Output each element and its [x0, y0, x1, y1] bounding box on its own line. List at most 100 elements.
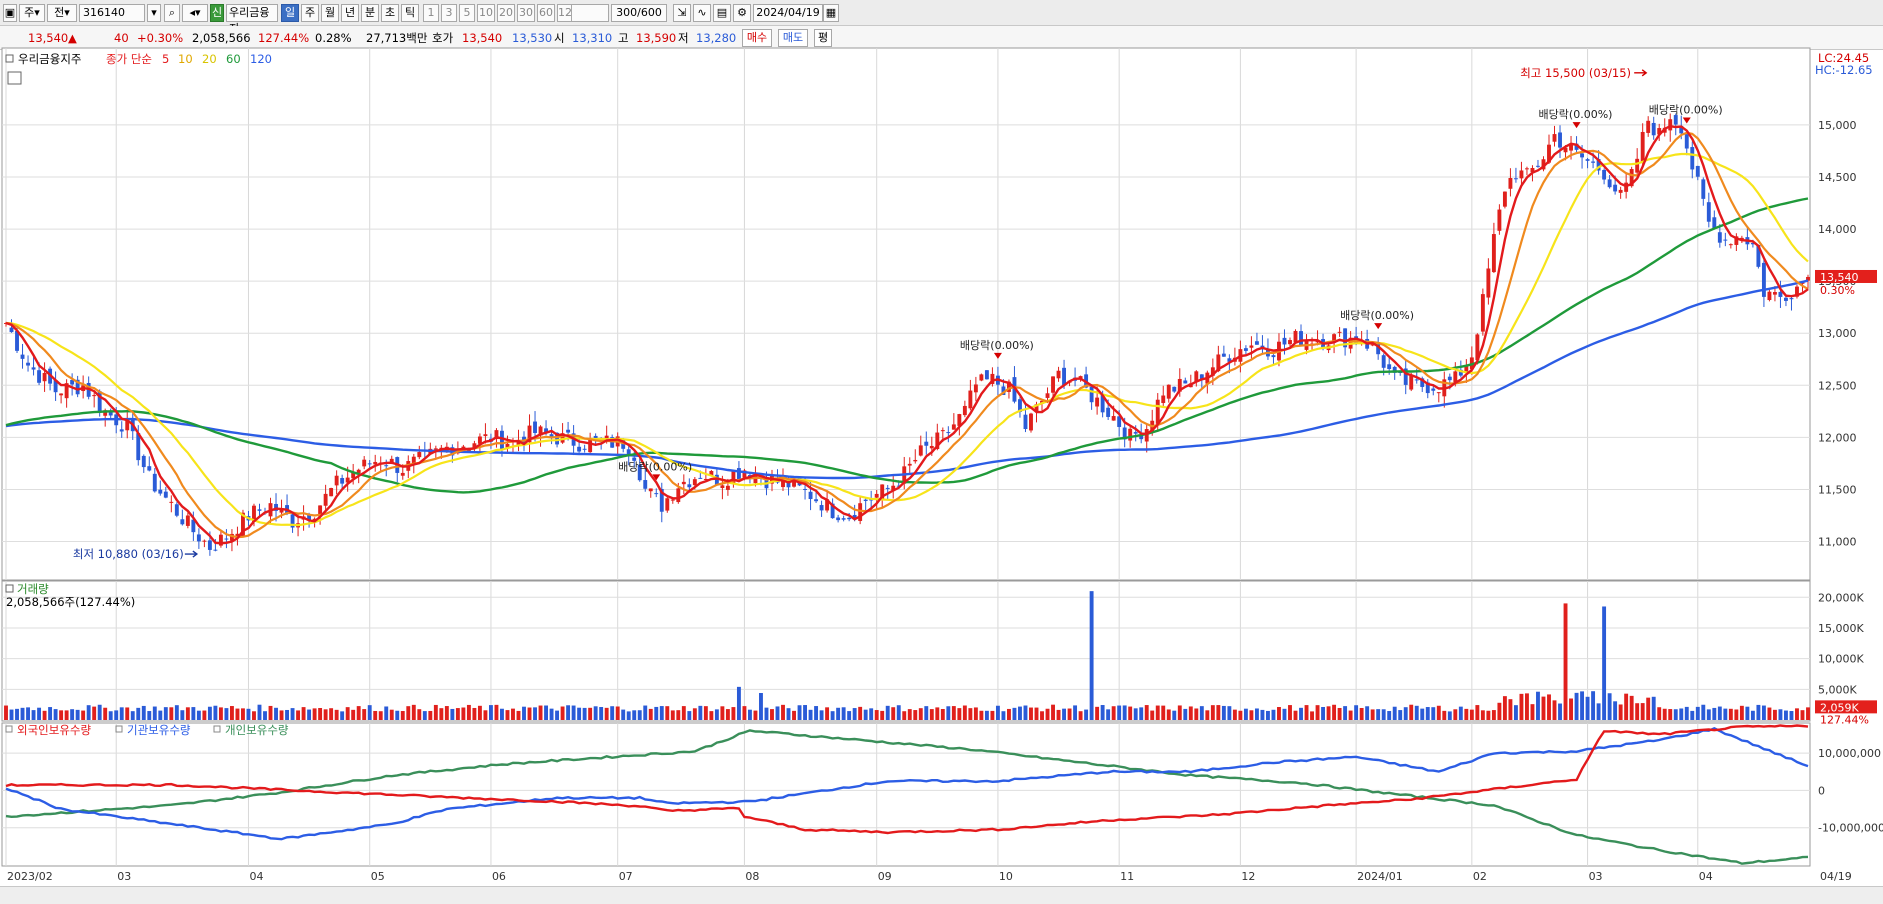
volume-bar: [863, 709, 868, 720]
volume-bar: [522, 706, 526, 720]
candle-body: [1299, 331, 1303, 346]
low-annotation: 최저 10,880 (03/16): [73, 547, 184, 561]
volume-bar: [946, 706, 951, 720]
volume-bar: [830, 711, 835, 720]
volume-bar: [1199, 706, 1204, 720]
volume-bar: [533, 707, 537, 720]
volume-bar: [329, 708, 334, 720]
stock-chart[interactable]: 2023/02 03 04 05 06 07 08 09 10 11 12 2024/01 02 03 04…: [0, 0, 1883, 886]
volume-bar: [1051, 704, 1055, 720]
candle-body: [940, 430, 945, 432]
volume-bar: [20, 707, 25, 720]
volume-bar: [97, 704, 102, 720]
volume-bar: [323, 709, 328, 720]
candle-body: [951, 424, 956, 430]
candle-body: [1508, 177, 1513, 189]
volume-bar: [687, 711, 692, 720]
candle-body: [1701, 179, 1706, 199]
candle-body: [1254, 341, 1259, 345]
volume-bar: [1122, 705, 1127, 720]
volume-bar: [538, 705, 543, 720]
volume-bar: [511, 708, 515, 720]
volume-bar: [246, 708, 251, 720]
candle-body: [1045, 393, 1050, 398]
volume-bar: [786, 708, 791, 720]
volume-bar: [213, 705, 218, 720]
volume-bar: [770, 709, 774, 720]
volume-bar: [1232, 709, 1237, 720]
candle-body: [836, 517, 841, 521]
volume-bar: [406, 706, 411, 720]
bottom-scroll-bar[interactable]: [0, 886, 1883, 904]
candle-body: [1690, 147, 1695, 170]
volume-bar: [279, 710, 284, 720]
candle-body: [863, 499, 868, 502]
volume-bar: [1221, 705, 1226, 720]
volume-bar: [681, 706, 686, 720]
candle-body: [841, 518, 846, 520]
candle-body: [1640, 131, 1645, 162]
candle-body: [1723, 239, 1728, 241]
volume-bar: [1398, 710, 1403, 720]
candle-body: [1536, 165, 1540, 167]
candle-body: [1249, 345, 1254, 348]
candle-body: [1767, 291, 1772, 301]
candle-body: [1387, 364, 1392, 370]
volume-bar: [1425, 707, 1430, 720]
volume-bar: [1640, 703, 1645, 720]
volume-bar: [461, 707, 466, 720]
candle-body: [1029, 413, 1033, 431]
volume-bar: [1806, 707, 1810, 720]
volume-bar: [1100, 705, 1105, 720]
volume-bar: [1569, 698, 1573, 720]
candle-body: [202, 540, 207, 542]
candle-body: [720, 485, 725, 488]
candle-body: [169, 501, 174, 503]
volume-bar: [1414, 705, 1419, 720]
volume-bar: [114, 710, 119, 720]
volume-bar: [610, 706, 615, 720]
volume-bar: [648, 708, 653, 720]
volume-bar: [670, 710, 675, 720]
candle-body: [1651, 122, 1656, 136]
volume-bar: [1480, 710, 1485, 720]
volume-bar: [466, 704, 471, 720]
volume-bar: [1558, 703, 1562, 720]
candle-body: [1414, 379, 1419, 381]
price-tick-label: 13,000: [1818, 327, 1857, 340]
volume-bar: [252, 711, 256, 720]
volume-bar: [1177, 705, 1182, 720]
volume-tick-label: 15,000K: [1818, 622, 1864, 635]
volume-bar: [108, 711, 113, 720]
candle-body: [42, 372, 47, 382]
volume-bar: [1613, 701, 1618, 720]
volume-bar: [615, 706, 620, 720]
candle-body: [207, 540, 212, 550]
volume-bar: [367, 705, 372, 720]
volume-bar: [439, 708, 444, 720]
volume-bar: [1469, 709, 1474, 720]
candle-body: [1668, 119, 1673, 131]
volume-bar: [984, 710, 989, 720]
candle-body: [1580, 153, 1585, 158]
volume-bar: [731, 707, 736, 720]
volume-bar: [742, 706, 747, 720]
volume-bar: [1332, 704, 1337, 720]
volume-bar: [92, 706, 97, 720]
holdings-tick-label: -10,000,000: [1818, 822, 1883, 835]
volume-bar: [455, 708, 460, 720]
candle-body: [979, 374, 984, 381]
volume-bar: [1062, 708, 1067, 720]
volume-bar: [274, 707, 278, 720]
volume-bar: [918, 708, 923, 720]
price-panel-title: 우리금융지주: [18, 52, 81, 66]
candle-body: [1293, 330, 1298, 343]
holdings-legend-2: 개인보유수량: [225, 723, 289, 737]
volume-bar: [698, 705, 703, 720]
candle-body: [1613, 184, 1618, 192]
candle-body: [152, 473, 157, 492]
dividend-label: 배당락(0.00%): [1539, 108, 1613, 121]
volume-bar: [676, 710, 681, 720]
volume-bar: [759, 693, 763, 720]
dividend-label: 배당락(0.00%): [1340, 309, 1414, 322]
